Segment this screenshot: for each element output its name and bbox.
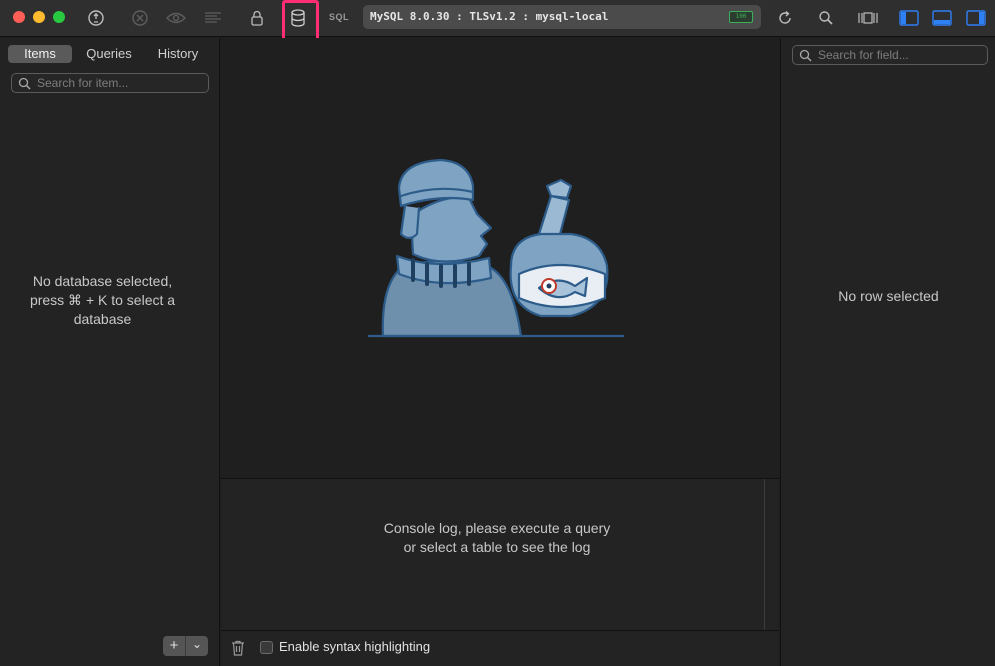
search-icon xyxy=(799,49,812,62)
no-database-line-2: press ⌘ + K to select a xyxy=(29,292,176,308)
no-row-selected-message: No row selected xyxy=(838,288,939,304)
chevron-down-icon[interactable]: ⌄ xyxy=(186,636,208,656)
syntax-highlighting-label[interactable]: Enable syntax highlighting xyxy=(279,639,430,654)
field-search-field[interactable] xyxy=(792,45,988,65)
toggle-left-panel-icon[interactable] xyxy=(897,6,921,30)
console-scrollbar[interactable] xyxy=(764,479,765,631)
item-search-input[interactable] xyxy=(37,75,194,91)
console-message-line-2: or select a table to see the log xyxy=(403,539,591,555)
minimize-window-button[interactable] xyxy=(33,11,45,23)
reload-icon[interactable] xyxy=(773,6,797,30)
database-highlight-box xyxy=(282,0,319,42)
columns-view-icon[interactable] xyxy=(856,6,880,30)
connection-icon[interactable] xyxy=(84,6,108,30)
connection-status-bar[interactable]: MySQL 8.0.30 : TLSv1.2 : mysql-local 100 xyxy=(363,5,761,29)
console-log-panel: Console log, please execute a query or s… xyxy=(221,478,779,631)
lock-icon[interactable] xyxy=(245,6,269,30)
search-icon[interactable] xyxy=(814,6,838,30)
console-message-line-1: Console log, please execute a query xyxy=(383,520,611,536)
no-database-line-3: database xyxy=(73,311,132,327)
preview-eye-icon[interactable] xyxy=(164,6,188,30)
sidebar: Items Queries History No database select… xyxy=(0,38,220,666)
battery-badge: 100 xyxy=(729,11,753,23)
main-content-area xyxy=(221,38,779,478)
connection-text: MySQL 8.0.30 : TLSv1.2 : mysql-local xyxy=(370,10,609,23)
close-window-button[interactable] xyxy=(13,11,25,23)
window-toolbar: SQL MySQL 8.0.30 : TLSv1.2 : mysql-local… xyxy=(0,0,995,42)
add-item-button[interactable]: + ⌄ xyxy=(163,636,208,656)
no-database-line-1: No database selected, xyxy=(32,273,173,289)
format-lines-icon[interactable] xyxy=(201,6,225,30)
console-empty-message: Console log, please execute a query or s… xyxy=(221,519,773,557)
toggle-right-panel-icon[interactable] xyxy=(964,6,988,30)
tab-items[interactable]: Items xyxy=(8,45,72,63)
stop-icon[interactable] xyxy=(128,6,152,30)
no-database-message: No database selected, press ⌘ + K to sel… xyxy=(0,272,205,329)
tab-queries[interactable]: Queries xyxy=(78,45,140,63)
console-footer: Enable syntax highlighting xyxy=(221,630,779,666)
maximize-window-button[interactable] xyxy=(53,11,65,23)
toggle-bottom-panel-icon[interactable] xyxy=(930,6,954,30)
item-search-field[interactable] xyxy=(11,73,209,93)
sql-label[interactable]: SQL xyxy=(329,12,349,22)
tab-history[interactable]: History xyxy=(146,45,210,63)
fisherman-illustration-icon xyxy=(367,158,625,338)
search-icon xyxy=(18,77,31,90)
field-search-input[interactable] xyxy=(818,47,974,63)
add-icon[interactable]: + xyxy=(163,636,185,656)
syntax-highlighting-checkbox[interactable] xyxy=(260,641,273,654)
trash-icon[interactable] xyxy=(231,640,245,656)
row-detail-panel: No row selected xyxy=(780,38,995,666)
